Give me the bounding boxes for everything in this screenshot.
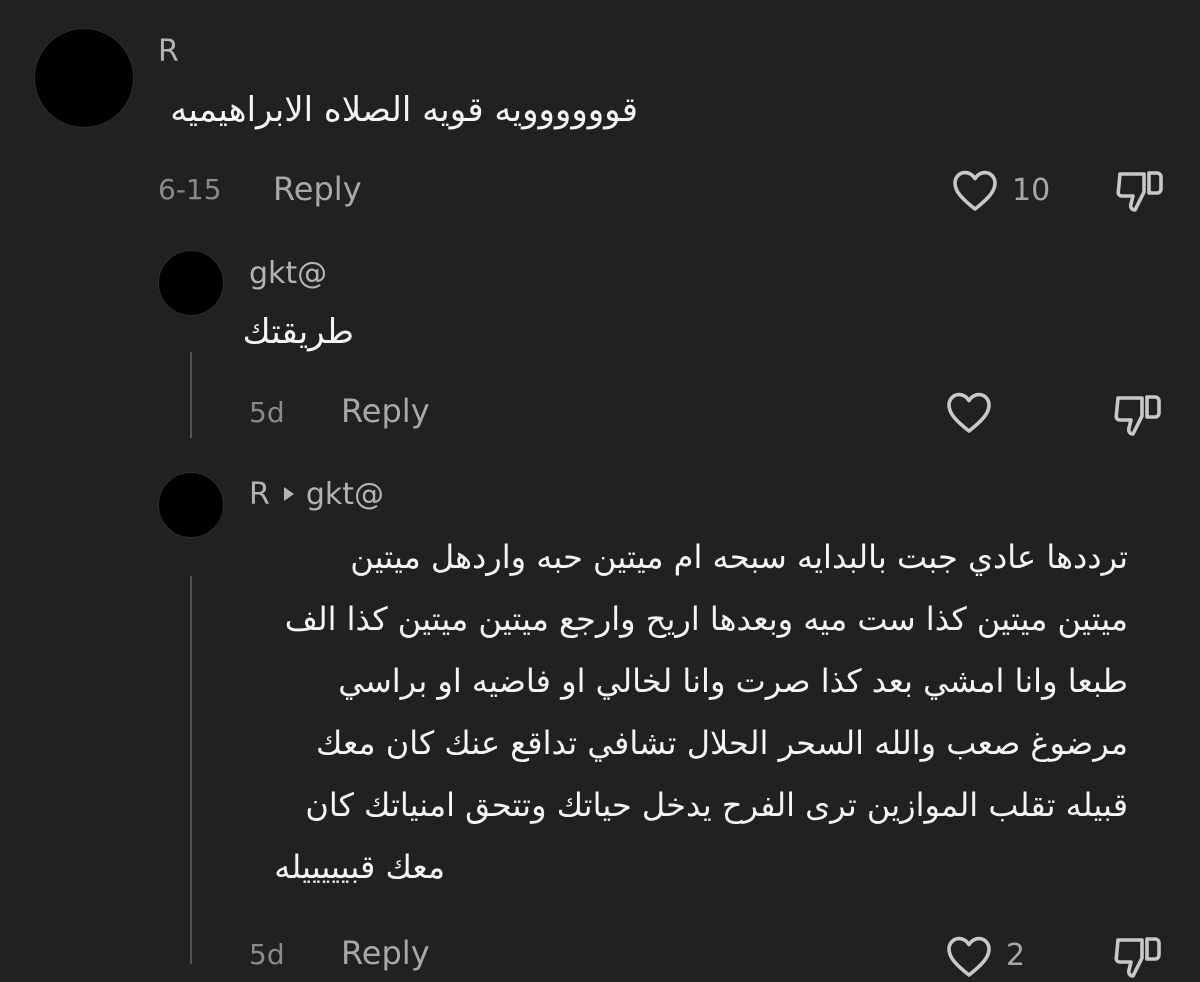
like-count: 2 <box>1006 938 1026 973</box>
heart-outline-icon[interactable] <box>950 168 1000 212</box>
heart-outline-icon[interactable] <box>944 390 994 434</box>
thumbs-down-outline-icon[interactable] <box>1114 166 1166 216</box>
reply-timestamp: 5d <box>249 938 285 971</box>
reply-text-line: ميتين ميتين كذا ست ميه وبعدها اريح وارجع… <box>284 600 1128 638</box>
comment-timestamp: 6-15 <box>158 173 222 206</box>
like-count: 10 <box>1012 173 1051 208</box>
reply-text-line: ترددها عادي جبت بالبدايه سبحه ام ميتين ح… <box>350 538 1128 576</box>
reply-text-line: طبعا وانا امشي بعد كذا صرت وانا لخالي او… <box>338 662 1128 700</box>
heart-outline-icon[interactable] <box>944 934 994 978</box>
reply-button[interactable]: Reply <box>341 934 430 972</box>
reply-username-row: Rgkt@ <box>249 477 384 512</box>
comment-username[interactable]: R <box>158 34 179 69</box>
reply-username[interactable]: gkt@ <box>249 256 327 291</box>
reply-text-line: معك قبيييييله <box>274 848 445 886</box>
avatar[interactable] <box>158 250 224 316</box>
reply-username[interactable]: R <box>249 477 270 512</box>
reply-to-username[interactable]: gkt@ <box>306 477 384 512</box>
reply-button[interactable]: Reply <box>341 392 430 430</box>
thumbs-down-outline-icon[interactable] <box>1112 390 1164 440</box>
comment-text: قوووووويه قويه الصلاه الابراهيميه <box>170 90 638 130</box>
reply-timestamp: 5d <box>249 396 285 429</box>
avatar[interactable] <box>158 472 224 538</box>
triangle-right-icon <box>283 487 294 501</box>
reply-button[interactable]: Reply <box>273 170 362 208</box>
avatar[interactable] <box>34 28 134 128</box>
reply-text: طريقتك <box>242 312 354 352</box>
reply-text-line: قبيله تقلب الموازين ترى الفرح يدخل حياتك… <box>305 786 1128 824</box>
reply-text-line: مرضوغ صعب والله السحر الحلال تشافي تداقع… <box>316 724 1128 762</box>
thread-line <box>190 576 192 964</box>
thumbs-down-outline-icon[interactable] <box>1112 932 1164 982</box>
thread-line <box>190 352 192 438</box>
